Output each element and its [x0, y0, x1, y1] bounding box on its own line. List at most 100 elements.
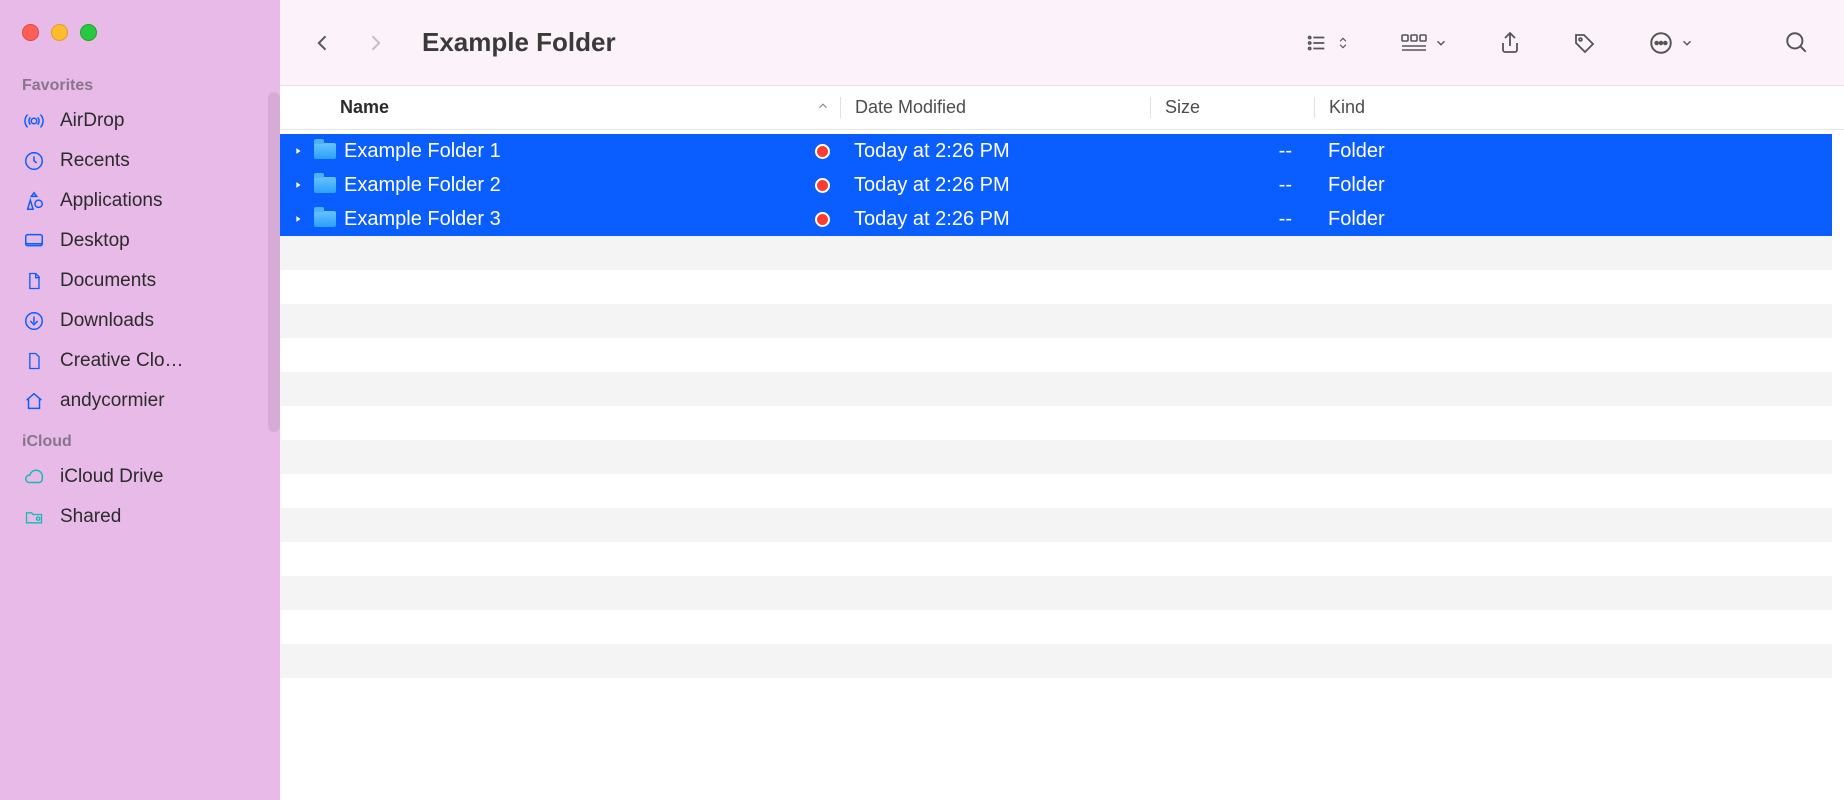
sidebar-item-desktop[interactable]: Desktop [0, 221, 280, 261]
search-button[interactable] [1776, 24, 1818, 62]
empty-row [280, 270, 1832, 304]
group-icon [1400, 32, 1428, 54]
clock-icon [22, 149, 46, 173]
sidebar-item-recents[interactable]: Recents [0, 141, 280, 181]
more-circle-icon [1648, 30, 1674, 56]
sidebar: Favorites AirDrop Recents Applications D… [0, 0, 280, 800]
chevron-down-icon [1434, 36, 1448, 50]
tag-icon [1572, 31, 1598, 55]
file-name: Example Folder 3 [344, 208, 501, 231]
file-icon [22, 349, 46, 373]
tag-dot-icon [814, 178, 830, 193]
download-icon [22, 309, 46, 333]
shared-folder-icon [22, 505, 46, 529]
back-button[interactable] [306, 23, 340, 63]
file-name: Example Folder 1 [344, 140, 501, 163]
empty-row [280, 508, 1832, 542]
sidebar-item-applications[interactable]: Applications [0, 181, 280, 221]
column-header-label: Kind [1329, 97, 1365, 117]
close-window-button[interactable] [22, 24, 39, 41]
column-header-date-modified[interactable]: Date Modified [840, 97, 1150, 118]
sidebar-item-label: Recents [60, 150, 130, 172]
sidebar-item-documents[interactable]: Documents [0, 261, 280, 301]
column-header-label: Size [1165, 97, 1200, 117]
file-size: -- [1150, 208, 1314, 231]
column-header-size[interactable]: Size [1150, 97, 1314, 118]
sidebar-item-label: Downloads [60, 310, 154, 332]
window-title: Example Folder [422, 27, 616, 58]
sidebar-item-creative-cloud[interactable]: Creative Clo… [0, 341, 280, 381]
empty-row [280, 338, 1832, 372]
tag-dot-icon [814, 212, 830, 227]
sidebar-item-label: Applications [60, 190, 162, 212]
desktop-icon [22, 229, 46, 253]
main-area: Example Folder [280, 0, 1844, 800]
column-header-name[interactable]: Name [280, 97, 840, 118]
file-kind: Folder [1314, 208, 1832, 231]
sidebar-item-shared[interactable]: Shared [0, 497, 280, 537]
sidebar-item-label: Creative Clo… [60, 350, 184, 372]
sidebar-item-label: AirDrop [60, 110, 124, 132]
tag-dot-icon [814, 144, 830, 159]
updown-chevron-icon [1336, 32, 1350, 54]
file-row[interactable]: Example Folder 2Today at 2:26 PM--Folder [280, 168, 1832, 202]
share-icon [1498, 30, 1522, 56]
file-size: -- [1150, 140, 1314, 163]
file-kind: Folder [1314, 140, 1832, 163]
column-headers: Name Date Modified Size Kind [280, 86, 1844, 130]
column-header-label: Date Modified [855, 97, 966, 117]
file-date-modified: Today at 2:26 PM [840, 174, 1150, 197]
minimize-window-button[interactable] [51, 24, 68, 41]
chevron-down-icon [1680, 36, 1694, 50]
group-by-button[interactable] [1392, 26, 1456, 60]
sidebar-item-label: iCloud Drive [60, 466, 163, 488]
column-header-kind[interactable]: Kind [1314, 97, 1844, 118]
folder-icon [314, 177, 336, 193]
sidebar-item-downloads[interactable]: Downloads [0, 301, 280, 341]
cloud-icon [22, 465, 46, 489]
empty-row [280, 304, 1832, 338]
sidebar-item-label: Documents [60, 270, 156, 292]
empty-row [280, 406, 1832, 440]
applications-icon [22, 189, 46, 213]
folder-icon [314, 211, 336, 227]
document-icon [22, 269, 46, 293]
sidebar-item-label: Shared [60, 506, 121, 528]
more-actions-button[interactable] [1640, 24, 1702, 62]
file-row[interactable]: Example Folder 1 Today at 2:26 PM--Folder [280, 134, 1832, 168]
empty-row [280, 576, 1832, 610]
empty-row [280, 474, 1832, 508]
disclosure-triangle-icon[interactable] [290, 146, 306, 156]
sort-ascending-icon [816, 97, 830, 118]
empty-row [280, 542, 1832, 576]
file-date-modified: Today at 2:26 PM [840, 208, 1150, 231]
share-button[interactable] [1490, 24, 1530, 62]
view-mode-button[interactable] [1296, 26, 1358, 60]
window-controls [0, 6, 280, 65]
disclosure-triangle-icon[interactable] [290, 214, 306, 224]
forward-button[interactable] [358, 23, 392, 63]
tags-button[interactable] [1564, 25, 1606, 61]
sidebar-item-home[interactable]: andycormier [0, 381, 280, 421]
disclosure-triangle-icon[interactable] [290, 180, 306, 190]
file-size: -- [1150, 174, 1314, 197]
list-view-icon [1304, 32, 1330, 54]
sidebar-item-label: andycormier [60, 390, 165, 412]
airdrop-icon [22, 109, 46, 133]
sidebar-item-icloud-drive[interactable]: iCloud Drive [0, 457, 280, 497]
home-icon [22, 389, 46, 413]
file-date-modified: Today at 2:26 PM [840, 140, 1150, 163]
file-list[interactable]: Example Folder 1Today at 2:26 PM--Folder… [280, 130, 1844, 800]
empty-row [280, 644, 1832, 678]
column-header-label: Name [340, 97, 389, 118]
sidebar-item-label: Desktop [60, 230, 130, 252]
file-row[interactable]: Example Folder 3 Today at 2:26 PM--Folder [280, 202, 1832, 236]
file-name: Example Folder 2 [344, 174, 501, 197]
sidebar-item-airdrop[interactable]: AirDrop [0, 101, 280, 141]
search-icon [1784, 30, 1810, 56]
sidebar-section-favorites-title: Favorites [0, 65, 280, 101]
folder-icon [314, 143, 336, 159]
sidebar-scrollbar[interactable] [268, 92, 280, 432]
toolbar: Example Folder [280, 0, 1844, 86]
fullscreen-window-button[interactable] [80, 24, 97, 41]
